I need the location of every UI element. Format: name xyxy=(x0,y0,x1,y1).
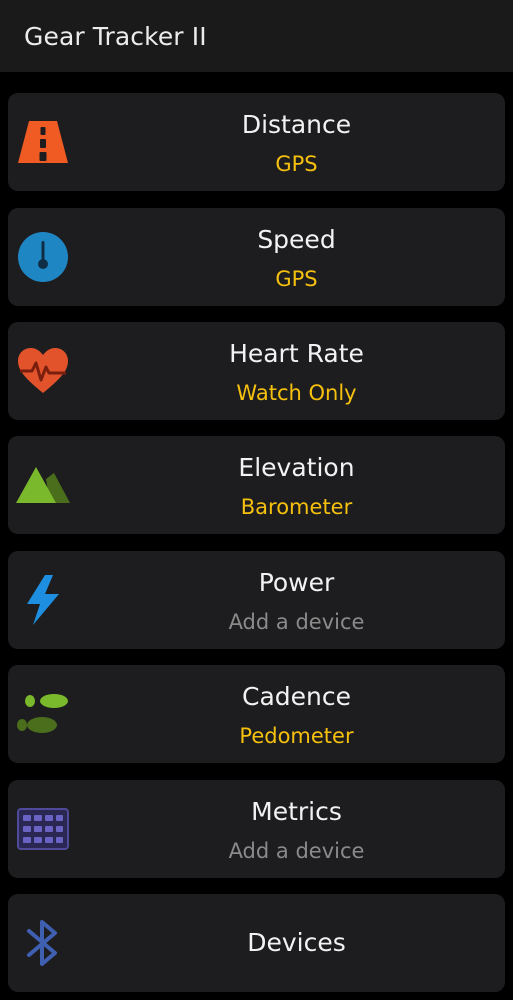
item-subtitle: GPS xyxy=(275,267,318,291)
bluetooth-icon xyxy=(16,918,70,968)
list-item-heart-rate[interactable]: Heart Rate Watch Only xyxy=(8,322,505,420)
list-item-speed[interactable]: Speed GPS xyxy=(8,208,505,306)
item-title: Power xyxy=(258,568,335,597)
item-subtitle: Watch Only xyxy=(236,381,357,405)
item-subtitle: Add a device xyxy=(228,839,365,863)
list-item-power[interactable]: Power Add a device xyxy=(8,551,505,649)
item-title: Distance xyxy=(241,110,352,139)
item-subtitle: Pedometer xyxy=(239,724,354,748)
item-title: Heart Rate xyxy=(229,339,364,368)
screen: Distance GPS Speed GPS Heart Rate Watch … xyxy=(0,0,513,1000)
sensor-list: Distance GPS Speed GPS Heart Rate Watch … xyxy=(0,0,513,1000)
list-item-text: Cadence Pedometer xyxy=(88,665,505,763)
list-item-metrics[interactable]: Metrics Add a device xyxy=(8,780,505,878)
item-subtitle: GPS xyxy=(275,152,318,176)
list-item-text: Speed GPS xyxy=(88,208,505,306)
list-item-text: Heart Rate Watch Only xyxy=(88,322,505,420)
list-item-devices[interactable]: Devices xyxy=(8,894,505,992)
list-item-elevation[interactable]: Elevation Barometer xyxy=(8,436,505,534)
metrics-grid-icon xyxy=(16,804,70,854)
list-item-text: Distance GPS xyxy=(88,93,505,191)
list-item-text: Metrics Add a device xyxy=(88,780,505,878)
lightning-bolt-icon xyxy=(16,575,70,625)
list-item-text: Elevation Barometer xyxy=(88,436,505,534)
item-subtitle: Add a device xyxy=(228,610,365,634)
list-item-text: Devices xyxy=(88,894,505,992)
item-title: Devices xyxy=(247,928,346,957)
item-title: Cadence xyxy=(242,682,351,711)
list-item-cadence[interactable]: Cadence Pedometer xyxy=(8,665,505,763)
footsteps-icon xyxy=(16,689,70,739)
mountain-icon xyxy=(16,460,70,510)
item-subtitle: Barometer xyxy=(240,495,353,519)
list-item-distance[interactable]: Distance GPS xyxy=(8,93,505,191)
item-title: Metrics xyxy=(251,797,342,826)
list-item-text: Power Add a device xyxy=(88,551,505,649)
heart-rate-icon xyxy=(16,346,70,396)
road-icon xyxy=(16,117,70,167)
app-title: Gear Tracker II xyxy=(24,21,207,51)
item-title: Speed xyxy=(257,225,336,254)
item-title: Elevation xyxy=(238,453,355,482)
speedometer-icon xyxy=(16,232,70,282)
app-bar: Gear Tracker II xyxy=(0,0,513,72)
